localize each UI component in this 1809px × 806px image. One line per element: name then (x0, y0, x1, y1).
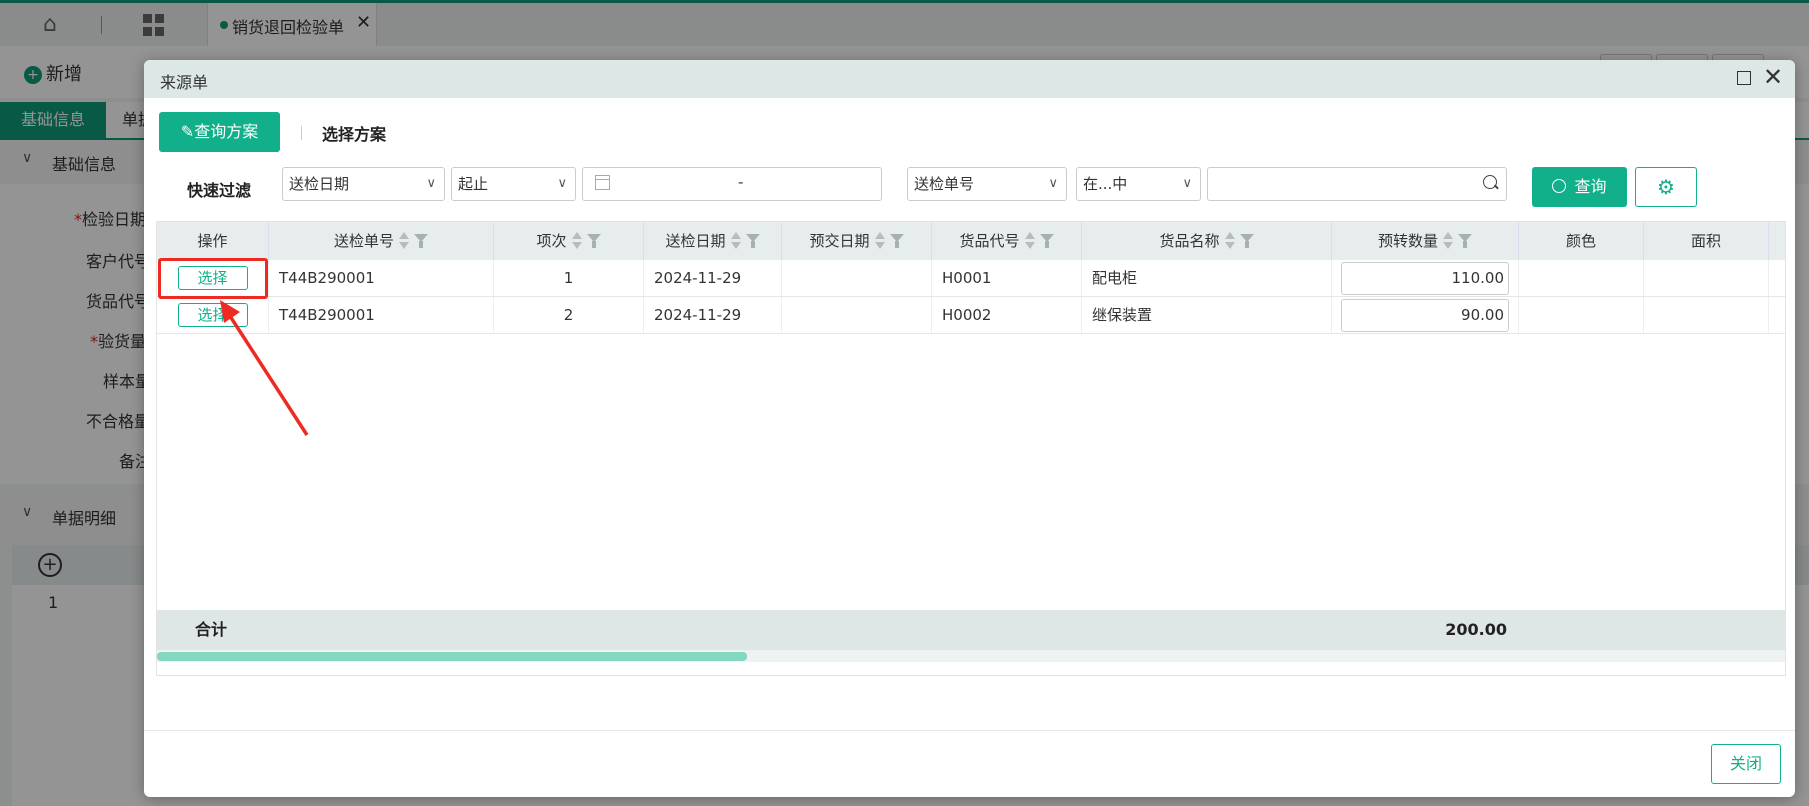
cell-area (1644, 260, 1769, 296)
cell-qty: 90.00 (1332, 297, 1519, 333)
divider (301, 126, 302, 140)
column-header-item-code[interactable]: 货品代号 (932, 222, 1082, 260)
source-document-table: 操作 送检单号 项次 送检日期 预交日期 货品代号 货品名称 预转数量 颜色 面… (156, 221, 1786, 676)
close-button[interactable]: 关闭 (1711, 744, 1781, 784)
chevron-down-icon: ∨ (1182, 176, 1192, 191)
quick-filter-label: 快速过滤 (187, 181, 252, 200)
chevron-down-icon: ∨ (426, 176, 436, 191)
cell-color (1519, 260, 1644, 296)
query-button-label: 查询 (1574, 177, 1607, 196)
cell-seq: 2 (494, 297, 644, 333)
cell-seq: 1 (494, 260, 644, 296)
column-header-action: 操作 (157, 222, 269, 260)
cell-item-name: 配电柜 (1082, 260, 1332, 296)
cell-doc-no: T44B290001 (269, 297, 494, 333)
date-range-input[interactable]: - (582, 167, 882, 201)
query-scheme-label: 查询方案 (194, 122, 259, 141)
cell-date: 2024-11-29 (644, 297, 782, 333)
query-scheme-button[interactable]: ✎查询方案 (159, 112, 280, 152)
sort-icon[interactable] (571, 232, 582, 250)
query-button[interactable]: 查询 (1532, 167, 1627, 207)
dialog-title: 来源单 (160, 73, 209, 92)
search-icon[interactable] (1483, 175, 1497, 189)
column-header-doc-no[interactable]: 送检单号 (269, 222, 494, 260)
tools-icon: ✎ (180, 122, 195, 141)
scrollbar-thumb[interactable] (157, 652, 747, 661)
cell-due-date (782, 297, 932, 333)
sort-icon[interactable] (730, 232, 741, 250)
filter-icon[interactable] (745, 234, 760, 248)
filter-field-value: 送检单号 (914, 175, 975, 193)
filter-icon[interactable] (889, 234, 904, 248)
filter-field-select[interactable]: 送检日期 ∨ (282, 167, 445, 201)
horizontal-scrollbar[interactable] (157, 650, 1785, 662)
cell-date: 2024-11-29 (644, 260, 782, 296)
sort-icon[interactable] (1443, 232, 1453, 250)
maximize-icon[interactable] (1737, 71, 1751, 85)
cell-color (1519, 297, 1644, 333)
column-header-due-date[interactable]: 预交日期 (782, 222, 932, 260)
annotation-highlight-box (158, 258, 268, 299)
filter-operator-value: 起止 (458, 175, 489, 193)
dialog-footer-divider (144, 730, 1795, 731)
sort-icon[interactable] (874, 232, 885, 250)
cell-due-date (782, 260, 932, 296)
table-header: 操作 送检单号 项次 送检日期 预交日期 货品代号 货品名称 预转数量 颜色 面… (157, 222, 1785, 260)
sort-icon[interactable] (399, 232, 409, 250)
filter-icon[interactable] (1039, 234, 1054, 248)
chevron-down-icon: ∨ (1048, 176, 1058, 191)
filter-field-value: 送检日期 (289, 175, 350, 193)
table-footer-totals: 合计 200.00 (157, 610, 1785, 650)
filter-operator-value: 在...中 (1083, 175, 1128, 193)
date-range-separator: - (738, 173, 744, 191)
table-row[interactable]: 选择 T44B290001 1 2024-11-29 H0001 配电柜 110… (157, 260, 1785, 297)
settings-button[interactable]: ⚙ (1635, 167, 1697, 207)
cell-qty: 110.00 (1332, 260, 1519, 296)
column-header-color[interactable]: 颜色 (1519, 222, 1644, 260)
cell-area (1644, 297, 1769, 333)
search-icon (1552, 179, 1567, 193)
column-header-item-name[interactable]: 货品名称 (1082, 222, 1332, 260)
select-scheme-label[interactable]: 选择方案 (322, 121, 386, 145)
column-header-area[interactable]: 面积 (1644, 222, 1769, 260)
chevron-down-icon: ∨ (557, 176, 567, 191)
cell-item-code: H0002 (932, 297, 1082, 333)
cell-item-name: 继保装置 (1082, 297, 1332, 333)
source-document-dialog: 来源单 ✕ ✎查询方案 选择方案 快速过滤 送检日期 ∨ 起止 ∨ - 送检单号 ∨ … (144, 60, 1795, 797)
gear-icon: ⚙ (1657, 175, 1675, 199)
filter-icon[interactable] (1458, 234, 1472, 248)
filter-icon[interactable] (414, 234, 428, 248)
action-cell: 选择 (157, 297, 269, 333)
qty-input[interactable]: 90.00 (1341, 299, 1509, 332)
filter-field-select-2[interactable]: 送检单号 ∨ (907, 167, 1067, 201)
select-button[interactable]: 选择 (177, 303, 248, 327)
cell-doc-no: T44B290001 (269, 260, 494, 296)
filter-icon[interactable] (1239, 234, 1254, 248)
filter-operator-select-2[interactable]: 在...中 ∨ (1076, 167, 1201, 201)
close-icon[interactable]: ✕ (1763, 64, 1783, 90)
table-row[interactable]: 选择 T44B290001 2 2024-11-29 H0002 继保装置 90… (157, 297, 1785, 334)
calendar-icon (595, 175, 610, 190)
column-header-qty[interactable]: 预转数量 (1332, 222, 1519, 260)
column-header-date[interactable]: 送检日期 (644, 222, 782, 260)
filter-operator-select[interactable]: 起止 ∨ (451, 167, 576, 201)
sort-icon[interactable] (1224, 232, 1235, 250)
filter-icon[interactable] (586, 234, 601, 248)
dialog-header: 来源单 ✕ (144, 60, 1795, 98)
column-header-seq[interactable]: 项次 (494, 222, 644, 260)
total-qty: 200.00 (1445, 620, 1507, 639)
qty-input[interactable]: 110.00 (1341, 262, 1509, 295)
cell-item-code: H0001 (932, 260, 1082, 296)
sort-icon[interactable] (1024, 232, 1035, 250)
total-label: 合计 (195, 620, 228, 639)
doc-number-search-input[interactable] (1207, 167, 1507, 201)
